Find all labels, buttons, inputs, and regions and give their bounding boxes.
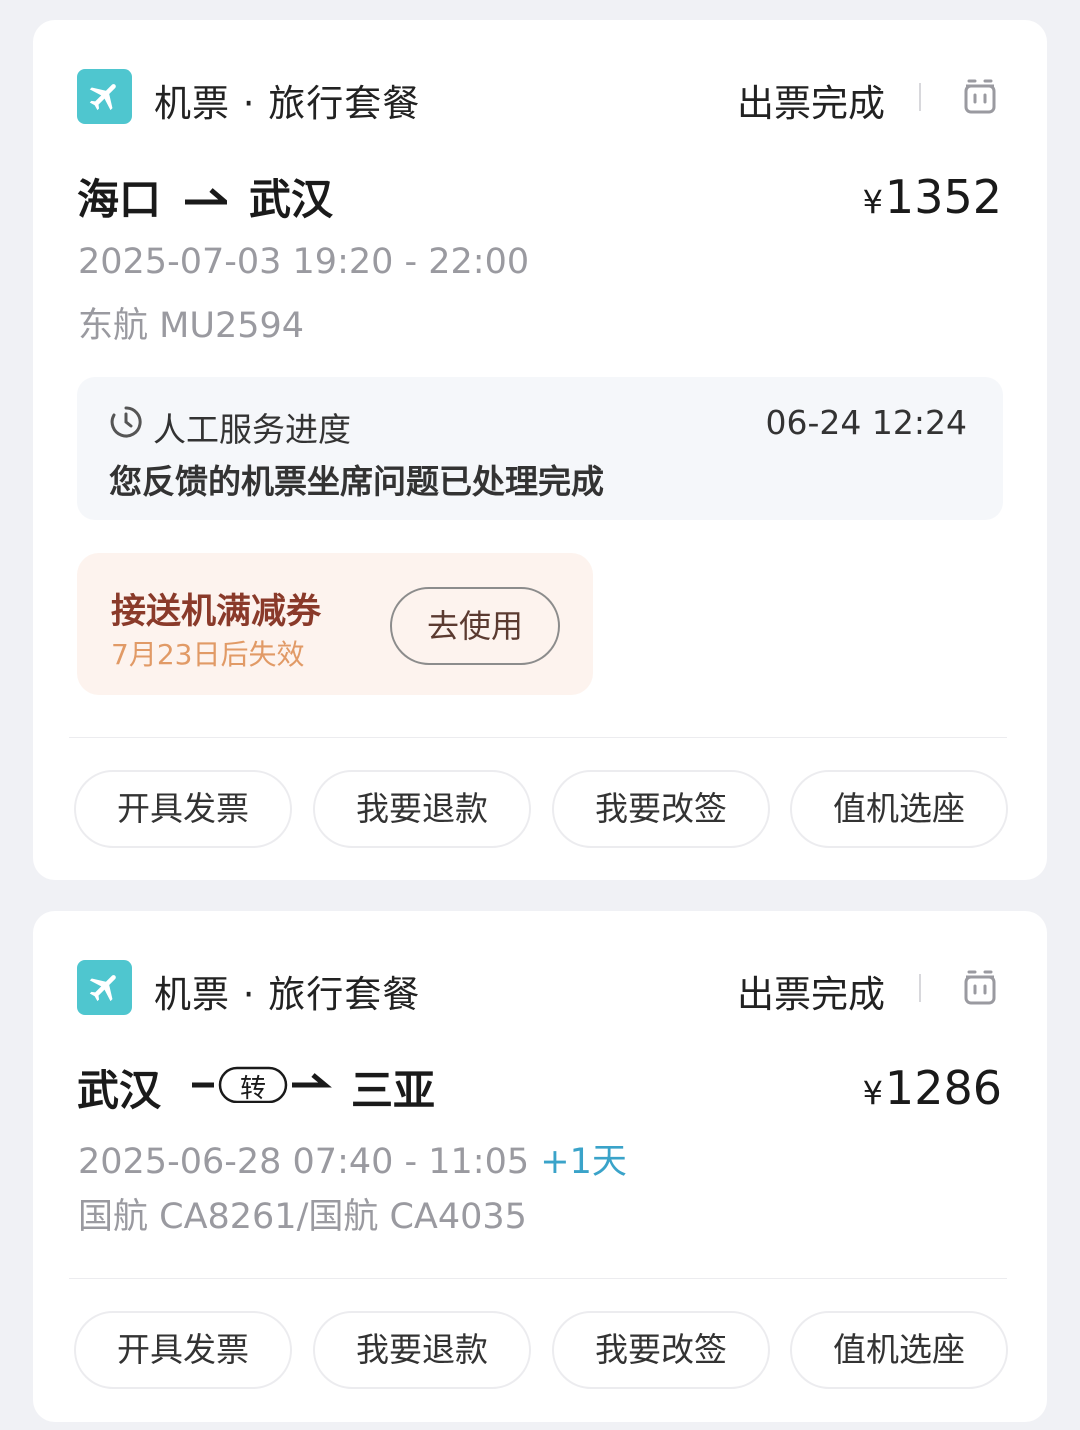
change-ticket-button[interactable]: 我要改签	[552, 770, 770, 848]
clock-icon	[109, 405, 143, 443]
arrival-city: 武汉	[249, 175, 334, 224]
plus-day-badge: +1天	[540, 1142, 627, 1182]
header-divider	[919, 83, 921, 111]
order-list-page: 机票 · 旅行套餐 出票完成 海口 武汉 ¥1352 2025-07-03 19…	[0, 0, 1080, 1430]
flight-time: 2025-07-03 19:20 - 22:00	[78, 242, 530, 282]
departure-city: 武汉	[77, 1066, 162, 1115]
coupon-card: 接送机满减券 7月23日后失效 去使用	[77, 553, 593, 695]
price-amount: 1352	[884, 170, 1002, 224]
refund-button[interactable]: 我要退款	[313, 1311, 531, 1389]
card-header: 机票 · 旅行套餐 出票完成	[77, 960, 1003, 1016]
trash-icon[interactable]	[963, 968, 997, 1010]
card-header: 机票 · 旅行套餐 出票完成	[77, 69, 1003, 125]
change-ticket-button[interactable]: 我要改签	[552, 1311, 770, 1389]
use-coupon-button[interactable]: 去使用	[390, 587, 560, 665]
divider	[69, 1278, 1007, 1279]
flight-number: 东航 MU2594	[78, 306, 305, 346]
action-bar: 开具发票 我要退款 我要改签 值机选座	[74, 770, 1008, 848]
arrival-city: 三亚	[351, 1066, 436, 1115]
header-divider	[919, 974, 921, 1002]
transfer-label: 转	[240, 1074, 267, 1104]
trash-icon[interactable]	[963, 77, 997, 119]
order-status: 出票完成	[737, 973, 885, 1016]
action-bar: 开具发票 我要退款 我要改签 值机选座	[74, 1311, 1008, 1389]
order-price: ¥1286	[863, 1061, 1002, 1115]
arrow-right-icon	[185, 188, 227, 205]
coupon-title: 接送机满减券	[111, 592, 322, 632]
service-progress[interactable]: 人工服务进度 06-24 12:24 您反馈的机票坐席问题已处理完成	[77, 377, 1003, 520]
flight-time: 2025-06-28 07:40 - 11:05 +1天	[78, 1133, 627, 1184]
airplane-icon	[77, 69, 132, 124]
flight-time-range: 2025-06-28 07:40 - 11:05	[78, 1142, 530, 1182]
service-title: 人工服务进度	[153, 410, 351, 449]
order-card[interactable]: 机票 · 旅行套餐 出票完成 海口 武汉 ¥1352 2025-07-03 19…	[33, 20, 1047, 880]
departure-city: 海口	[77, 175, 162, 224]
currency-symbol: ¥	[862, 183, 883, 221]
coupon-expire: 7月23日后失效	[111, 638, 305, 671]
currency-symbol: ¥	[862, 1074, 883, 1112]
order-category: 机票 · 旅行套餐	[154, 82, 421, 125]
order-status: 出票完成	[737, 82, 885, 125]
check-in-seat-button[interactable]: 值机选座	[790, 1311, 1008, 1389]
refund-button[interactable]: 我要退款	[313, 770, 531, 848]
airplane-icon	[77, 960, 132, 1015]
order-price: ¥1352	[863, 170, 1002, 224]
invoice-button[interactable]: 开具发票	[74, 1311, 292, 1389]
flight-number: 国航 CA8261/国航 CA4035	[78, 1197, 527, 1237]
divider	[69, 737, 1007, 738]
order-category: 机票 · 旅行套餐	[154, 973, 421, 1016]
order-card[interactable]: 机票 · 旅行套餐 出票完成 武汉 转 三亚 ¥1286 2025-06-28 …	[33, 911, 1047, 1422]
service-message: 您反馈的机票坐席问题已处理完成	[109, 462, 604, 501]
price-amount: 1286	[884, 1061, 1002, 1115]
invoice-button[interactable]: 开具发票	[74, 770, 292, 848]
check-in-seat-button[interactable]: 值机选座	[790, 770, 1008, 848]
service-time: 06-24 12:24	[765, 403, 967, 442]
